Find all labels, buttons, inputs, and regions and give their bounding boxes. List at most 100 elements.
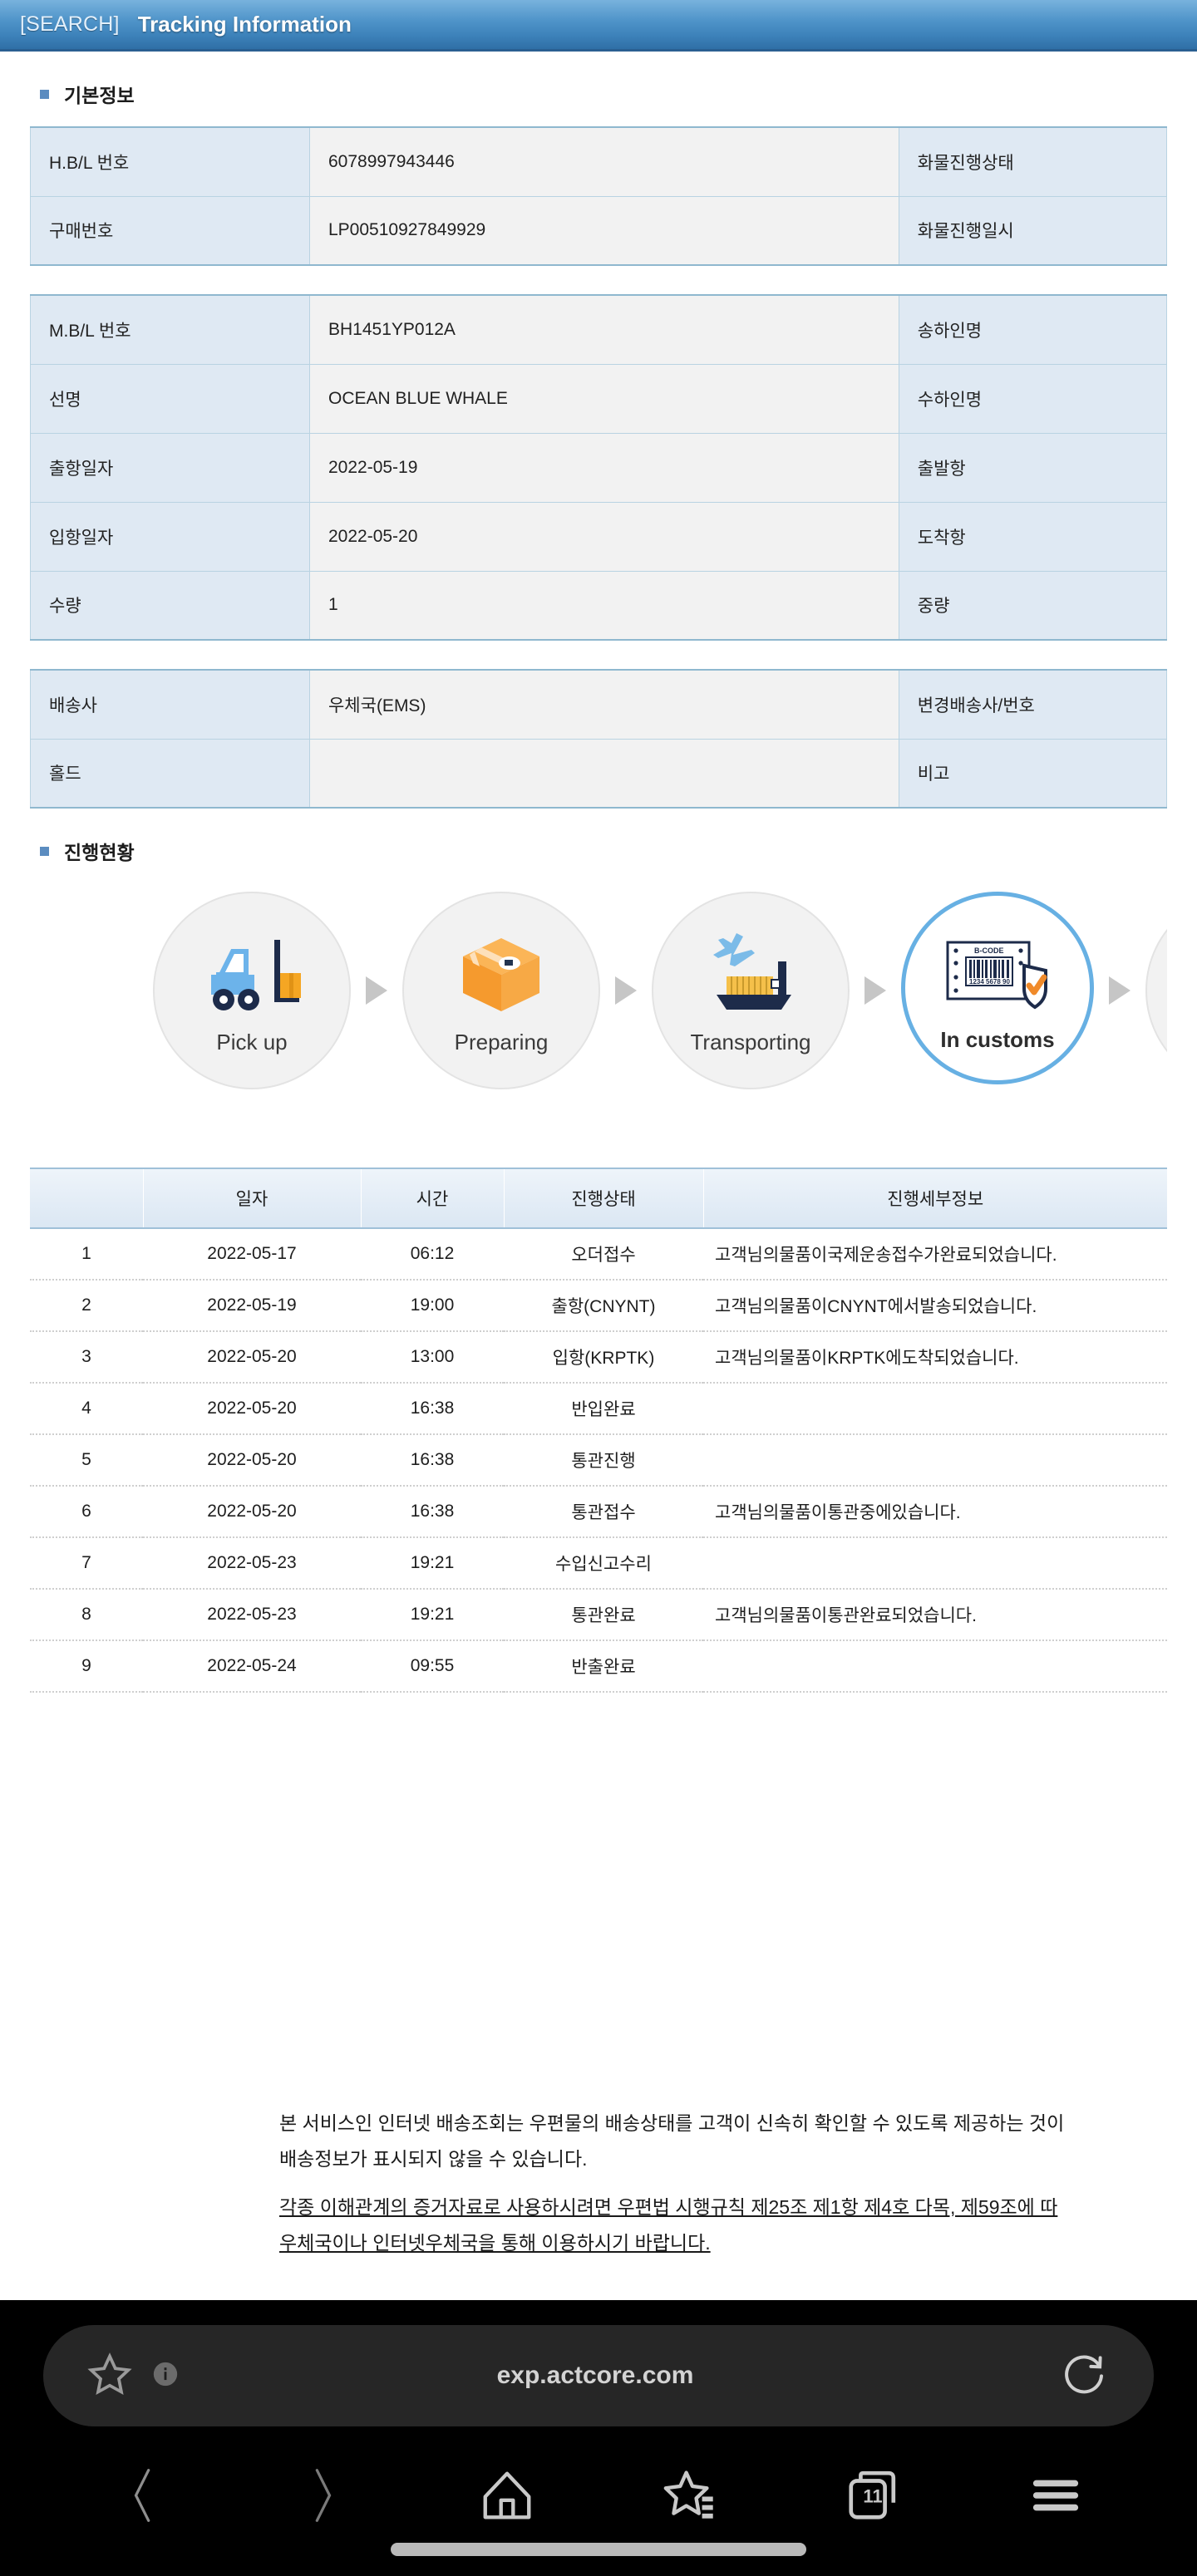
cell-time: 19:21	[361, 1537, 504, 1590]
field-value: BH1451YP012A	[308, 294, 899, 365]
cell-no: 3	[30, 1331, 143, 1384]
forward-button[interactable]	[278, 2459, 370, 2532]
section-header-progress: 진행현황	[30, 837, 1167, 865]
home-indicator-bar[interactable]	[391, 2543, 806, 2556]
map-pin-tail	[934, 1067, 1061, 1150]
bullet-square-icon	[40, 846, 49, 856]
service-notice: 본 서비스인 인터넷 배송조회는 우편물의 배송상태를 고객이 신속히 확인할 …	[279, 2106, 1197, 2260]
svg-text:1234 5678 90: 1234 5678 90	[969, 978, 1010, 986]
browser-url-bar[interactable]: exp.actcore.com	[43, 2325, 1154, 2426]
tracking-history-table: 일자 시간 진행상태 진행세부정보 1 2022-05-17 06:12 오더접…	[30, 1168, 1167, 1693]
progress-step-pickup[interactable]: Pick up	[153, 892, 351, 1089]
cell-time: 19:00	[361, 1280, 504, 1332]
table-header-row: 일자 시간 진행상태 진행세부정보	[30, 1168, 1167, 1229]
progress-step-label: Pick up	[216, 1029, 288, 1054]
field-value: OCEAN BLUE WHALE	[308, 363, 899, 434]
field-label: 비고	[898, 738, 1168, 809]
url-text[interactable]: exp.actcore.com	[130, 2362, 1061, 2390]
cell-status: 통관완료	[504, 1589, 703, 1641]
cell-time: 06:12	[361, 1228, 504, 1281]
progress-step-label: Preparing	[454, 1029, 549, 1054]
field-label: 출발항	[898, 432, 1168, 503]
progress-step-label: Transporting	[690, 1029, 811, 1054]
field-label: 입항일자	[30, 501, 310, 572]
screen-root: [SEARCH] Tracking Information 기본정보 H.B/L…	[0, 0, 1197, 2576]
column-header-time: 시간	[360, 1168, 504, 1229]
menu-button[interactable]	[1010, 2459, 1101, 2532]
notice-line-4: 우체국이나 인터넷우체국을 통해 이용하시기 바랍니다.	[279, 2225, 1197, 2261]
cell-date: 2022-05-17	[143, 1228, 361, 1281]
plane-ship-icon	[698, 927, 803, 1016]
cell-time: 19:21	[361, 1589, 504, 1641]
cell-date: 2022-05-20	[143, 1486, 361, 1538]
browser-chrome: exp.actcore.com 11	[0, 2300, 1197, 2576]
cell-no: 2	[30, 1280, 143, 1332]
cell-no: 4	[30, 1383, 143, 1435]
progress-tracker: Pick up Preparing Transporting B-CODE 12…	[30, 883, 1167, 1158]
notice-link-part-2[interactable]: 우체국이나 인터넷우체국을 통해 이용하시기 바랍니다.	[279, 2232, 711, 2254]
progress-step-delivery[interactable]	[1145, 892, 1167, 1089]
progress-step-transporting[interactable]: Transporting	[652, 892, 850, 1089]
field-label: 수하인명	[898, 363, 1168, 434]
cell-date: 2022-05-24	[143, 1640, 361, 1693]
cell-detail	[703, 1537, 1167, 1590]
cell-no: 8	[30, 1589, 143, 1641]
table-row: M.B/L 번호 BH1451YP012A 송하인명	[30, 294, 1168, 365]
tabs-button[interactable]: 11	[827, 2459, 919, 2532]
home-button[interactable]	[461, 2459, 553, 2532]
notice-line-1: 본 서비스인 인터넷 배송조회는 우편물의 배송상태를 고객이 신속히 확인할 …	[279, 2112, 1065, 2134]
field-label: 화물진행일시	[898, 195, 1168, 266]
cell-status: 수입신고수리	[504, 1537, 703, 1590]
back-button[interactable]	[96, 2459, 187, 2532]
field-label: 선명	[30, 363, 310, 434]
cell-date: 2022-05-23	[143, 1537, 361, 1590]
table-row: H.B/L 번호 6078997943446 화물진행상태	[30, 126, 1168, 197]
cell-time: 13:00	[361, 1331, 504, 1384]
search-tag-label: [SEARCH]	[20, 12, 120, 36]
cell-detail	[703, 1434, 1167, 1487]
progress-step-preparing[interactable]: Preparing	[402, 892, 600, 1089]
bookmark-star-icon[interactable]	[86, 2351, 133, 2401]
table-row: 3 2022-05-20 13:00 입항(KRPTK) 고객님의물품이KRPT…	[30, 1331, 1167, 1384]
bookmarks-button[interactable]	[644, 2459, 736, 2532]
cell-status: 출항(CNYNT)	[504, 1280, 703, 1332]
notice-link-part-1[interactable]: 각종 이해관계의 증거자료로 사용하시려면 우편법 시행규칙 제25조 제1항 …	[279, 2196, 1057, 2218]
table-row: 수량 1 중량	[30, 570, 1168, 641]
progress-arrow-icon	[1094, 892, 1145, 1089]
cell-status: 통관접수	[504, 1486, 703, 1538]
field-label: 출항일자	[30, 432, 310, 503]
progress-arrow-icon	[351, 892, 402, 1089]
table-row: 8 2022-05-23 19:21 통관완료 고객님의물품이통관완료되었습니다…	[30, 1589, 1167, 1641]
table-row: 입항일자 2022-05-20 도착항	[30, 501, 1168, 572]
field-label: H.B/L 번호	[30, 126, 310, 197]
cell-detail: 고객님의물품이국제운송접수가완료되었습니다.	[703, 1228, 1167, 1281]
column-header-no	[30, 1168, 143, 1229]
cell-date: 2022-05-19	[143, 1280, 361, 1332]
section-header-basic-info: 기본정보	[30, 80, 1167, 108]
column-header-detail: 진행세부정보	[702, 1168, 1167, 1229]
progress-step-in-customs[interactable]: B-CODE 1234 5678 90 In customs	[901, 892, 1094, 1150]
field-label: 구매번호	[30, 195, 310, 266]
table-row: 4 2022-05-20 16:38 반입완료	[30, 1383, 1167, 1435]
reload-icon[interactable]	[1061, 2351, 1107, 2401]
cell-status: 통관진행	[504, 1434, 703, 1487]
cell-no: 1	[30, 1228, 143, 1281]
cell-status: 입항(KRPTK)	[504, 1331, 703, 1384]
column-header-status: 진행상태	[503, 1168, 703, 1229]
cell-time: 16:38	[361, 1383, 504, 1435]
field-value	[308, 738, 899, 809]
cell-status: 오더접수	[504, 1228, 703, 1281]
field-label: M.B/L 번호	[30, 294, 310, 365]
table-row: 5 2022-05-20 16:38 통관진행	[30, 1434, 1167, 1487]
table-row: 6 2022-05-20 16:38 통관접수 고객님의물품이통관중에있습니다.	[30, 1486, 1167, 1538]
cell-no: 5	[30, 1434, 143, 1487]
browser-navbar: 11	[0, 2450, 1197, 2541]
field-value: 1	[308, 570, 899, 641]
cell-time: 09:55	[361, 1640, 504, 1693]
cell-detail: 고객님의물품이KRPTK에도착되었습니다.	[703, 1331, 1167, 1384]
cell-time: 16:38	[361, 1434, 504, 1487]
cell-date: 2022-05-23	[143, 1589, 361, 1641]
table-row: 2 2022-05-19 19:00 출항(CNYNT) 고객님의물품이CNYN…	[30, 1280, 1167, 1332]
cell-date: 2022-05-20	[143, 1331, 361, 1384]
field-label: 배송사	[30, 669, 310, 740]
